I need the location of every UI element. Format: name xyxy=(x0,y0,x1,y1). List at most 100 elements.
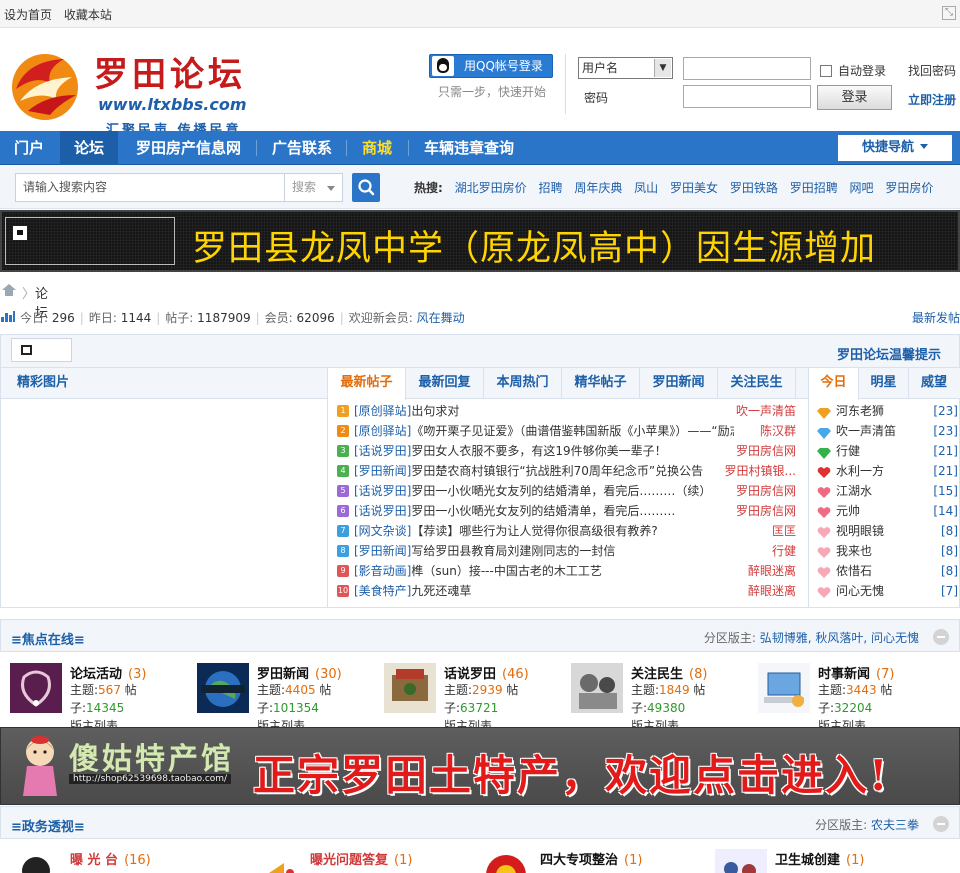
auto-login-checkbox[interactable]: 自动登录 xyxy=(820,62,886,79)
hot-word[interactable]: 凤山 xyxy=(634,181,658,195)
forum-thumbnail-icon[interactable] xyxy=(384,663,436,713)
rank-row[interactable]: 吹一声清笛 [23] xyxy=(816,421,958,441)
forum-card[interactable]: 曝光问题答复 (1) xyxy=(240,846,426,873)
forum-card[interactable]: 曝 光 台 (16) xyxy=(0,846,186,873)
rank-row[interactable]: 视明眼镜 [8] xyxy=(816,521,958,541)
forum-thumbnail-icon[interactable] xyxy=(197,663,249,713)
forum-card[interactable]: 论坛活动 (3) 主题:567 帖子:14345 版主列表 xyxy=(0,660,186,733)
post-row[interactable]: 3 [话说罗田]罗田女人衣服不要多，有这19件够你美一辈子！ 罗田房信网 xyxy=(335,441,802,461)
tab-stars[interactable]: 明星 xyxy=(859,368,909,399)
hot-word[interactable]: 罗田铁路 xyxy=(730,181,778,195)
post-title[interactable]: [话说罗田]罗田一小伙嗮光女友列的结婚清单，看完后……… xyxy=(354,501,734,521)
section-focus-title[interactable]: ≡焦点在线≡ xyxy=(11,629,85,648)
forum-thumbnail-icon[interactable] xyxy=(250,849,302,873)
post-row[interactable]: 7 [网文杂谈]【荐读】哪些行为让人觉得你很高级很有教养? 匡匡 xyxy=(335,521,802,541)
moderator-links[interactable]: 弘韧博雅, 秋风落叶, 问心无愧 xyxy=(760,631,919,645)
forum-card[interactable]: 话说罗田 (46) 主题:2939 帖子:63721 版主列表 xyxy=(374,660,560,733)
rank-user[interactable]: 江湖水 xyxy=(836,481,872,501)
forum-thumbnail-icon[interactable] xyxy=(758,663,810,713)
forum-name[interactable]: 关注民生 (8) xyxy=(631,663,707,682)
tab-livelihood[interactable]: 关注民生 xyxy=(718,368,796,399)
post-author[interactable]: 罗田房信网 xyxy=(736,501,796,521)
forum-thumbnail-icon[interactable] xyxy=(10,663,62,713)
tab-essence[interactable]: 精华帖子 xyxy=(562,368,640,399)
search-input[interactable]: 请输入搜索内容 xyxy=(15,173,285,202)
set-home-link[interactable]: 设为首页 xyxy=(4,8,52,22)
hot-word[interactable]: 湖北罗田房价 xyxy=(455,181,527,195)
tab-latest-replies[interactable]: 最新回复 xyxy=(406,368,484,399)
post-author[interactable]: 罗田房信网 xyxy=(736,481,796,501)
hot-word[interactable]: 网吧 xyxy=(850,181,874,195)
forum-thumbnail-icon[interactable] xyxy=(571,663,623,713)
nav-item-forum[interactable]: 论坛 xyxy=(60,131,119,165)
forum-thumbnail-icon[interactable] xyxy=(10,849,62,873)
username-type-select[interactable]: 用户名 ▼ xyxy=(578,57,673,79)
rank-user[interactable]: 我来也 xyxy=(836,541,872,561)
rank-user[interactable]: 行健 xyxy=(836,441,860,461)
forum-card[interactable]: 关注民生 (8) 主题:1849 帖子:49380 版主列表 xyxy=(561,660,747,733)
post-title[interactable]: [影音动画]榫（sun）接---中国古老的木工工艺 xyxy=(354,561,734,581)
section-gov-title[interactable]: ≡政务透视≡ xyxy=(11,816,85,835)
forum-card[interactable]: 四大专项整治 (1) xyxy=(470,846,656,873)
notice-tab[interactable] xyxy=(11,338,72,362)
tab-latest-posts[interactable]: 最新帖子 xyxy=(328,368,406,400)
post-title[interactable]: [美食特产]九死还魂草 xyxy=(354,581,734,601)
post-row[interactable]: 5 [话说罗田]罗田一小伙嗮光女友列的结婚清单，看完后………（续） 罗田房信网 xyxy=(335,481,802,501)
username-input[interactable] xyxy=(683,57,811,80)
notice-tip[interactable]: 罗田论坛温馨提示 xyxy=(837,344,941,363)
search-button[interactable] xyxy=(352,173,380,202)
post-title[interactable]: [话说罗田]罗田一小伙嗮光女友列的结婚清单，看完后………（续） xyxy=(354,481,734,501)
rank-row[interactable]: 水利一方 [21] xyxy=(816,461,958,481)
hot-word[interactable]: 招聘 xyxy=(538,181,562,195)
post-title[interactable]: [罗田新闻]罗田楚农商村镇银行“抗战胜利70周年纪念币”兑换公告 xyxy=(354,461,734,481)
post-author[interactable]: 罗田房信网 xyxy=(736,441,796,461)
forum-thumbnail-icon[interactable] xyxy=(715,849,767,873)
login-button[interactable]: 登录 xyxy=(817,85,892,110)
rank-row[interactable]: 江湖水 [15] xyxy=(816,481,958,501)
forum-name[interactable]: 罗田新闻 (30) xyxy=(257,663,342,682)
new-member-link[interactable]: 风在舞动 xyxy=(417,311,465,325)
qq-login-button[interactable]: 用QQ帐号登录 xyxy=(429,54,553,78)
nav-item-mall[interactable]: 商城 xyxy=(348,131,406,165)
nav-item-portal[interactable]: 门户 xyxy=(0,131,58,165)
forum-name[interactable]: 曝 光 台 (16) xyxy=(70,849,151,868)
post-title[interactable]: [网文杂谈]【荐读】哪些行为让人觉得你很高级很有教养? xyxy=(354,521,734,541)
home-icon[interactable] xyxy=(2,284,16,296)
quick-nav-button[interactable]: 快捷导航 xyxy=(838,135,952,161)
forum-name[interactable]: 时事新闻 (7) xyxy=(818,663,894,682)
collapse-icon[interactable] xyxy=(933,629,949,645)
forum-name[interactable]: 四大专项整治 (1) xyxy=(540,849,642,868)
forum-card[interactable]: 卫生城创建 (1) xyxy=(705,846,891,873)
site-logo[interactable]: 罗田论坛 www.ltxbbs.com 汇聚民声 传播民意 xyxy=(6,47,268,138)
rank-row[interactable]: 我来也 [8] xyxy=(816,541,958,561)
post-author[interactable]: 陈汉群 xyxy=(760,421,796,441)
post-author[interactable]: 醉眼迷离 xyxy=(748,581,796,601)
expand-icon[interactable]: ⤡ xyxy=(942,6,956,20)
search-type-select[interactable]: 搜索 xyxy=(285,173,343,202)
post-title[interactable]: [原创驿站]《吻开栗子见证爱》（曲谱借鉴韩国新版《小苹果》）——“励志 xyxy=(354,421,734,441)
rank-user[interactable]: 元帅 xyxy=(836,501,860,521)
post-title[interactable]: [原创驿站]出句求对 xyxy=(354,401,734,421)
tab-prestige[interactable]: 威望 xyxy=(909,368,959,399)
post-row[interactable]: 8 [罗田新闻]写给罗田县教育局刘建刚同志的一封信 行健 xyxy=(335,541,802,561)
forum-thumbnail-icon[interactable] xyxy=(480,849,532,873)
nav-item-ads[interactable]: 广告联系 xyxy=(258,131,346,165)
forum-name[interactable]: 曝光问题答复 (1) xyxy=(310,849,412,868)
nav-item-real-estate[interactable]: 罗田房产信息网 xyxy=(122,131,255,165)
post-row[interactable]: 4 [罗田新闻]罗田楚农商村镇银行“抗战胜利70周年纪念币”兑换公告 罗田村镇银..… xyxy=(335,461,802,481)
rank-row[interactable]: 侬惜石 [8] xyxy=(816,561,958,581)
forum-name[interactable]: 论坛活动 (3) xyxy=(70,663,146,682)
rank-user[interactable]: 问心无愧 xyxy=(836,581,884,601)
hot-word[interactable]: 罗田招聘 xyxy=(790,181,838,195)
rank-user[interactable]: 侬惜石 xyxy=(836,561,872,581)
nav-item-traffic[interactable]: 车辆违章查询 xyxy=(410,131,528,165)
rank-row[interactable]: 元帅 [14] xyxy=(816,501,958,521)
led-banner[interactable]: 罗田县龙凤中学（原龙凤高中）因生源增加 xyxy=(0,210,960,272)
collapse-icon[interactable] xyxy=(933,816,949,832)
post-row[interactable]: 6 [话说罗田]罗田一小伙嗮光女友列的结婚清单，看完后……… 罗田房信网 xyxy=(335,501,802,521)
rank-row[interactable]: 行健 [21] xyxy=(816,441,958,461)
latest-posts-link[interactable]: 最新发帖 xyxy=(912,309,960,326)
post-author[interactable]: 行健 xyxy=(772,541,796,561)
forum-card[interactable]: 罗田新闻 (30) 主题:4405 帖子:101354 版主列表 xyxy=(187,660,373,733)
bookmark-link[interactable]: 收藏本站 xyxy=(64,8,112,22)
